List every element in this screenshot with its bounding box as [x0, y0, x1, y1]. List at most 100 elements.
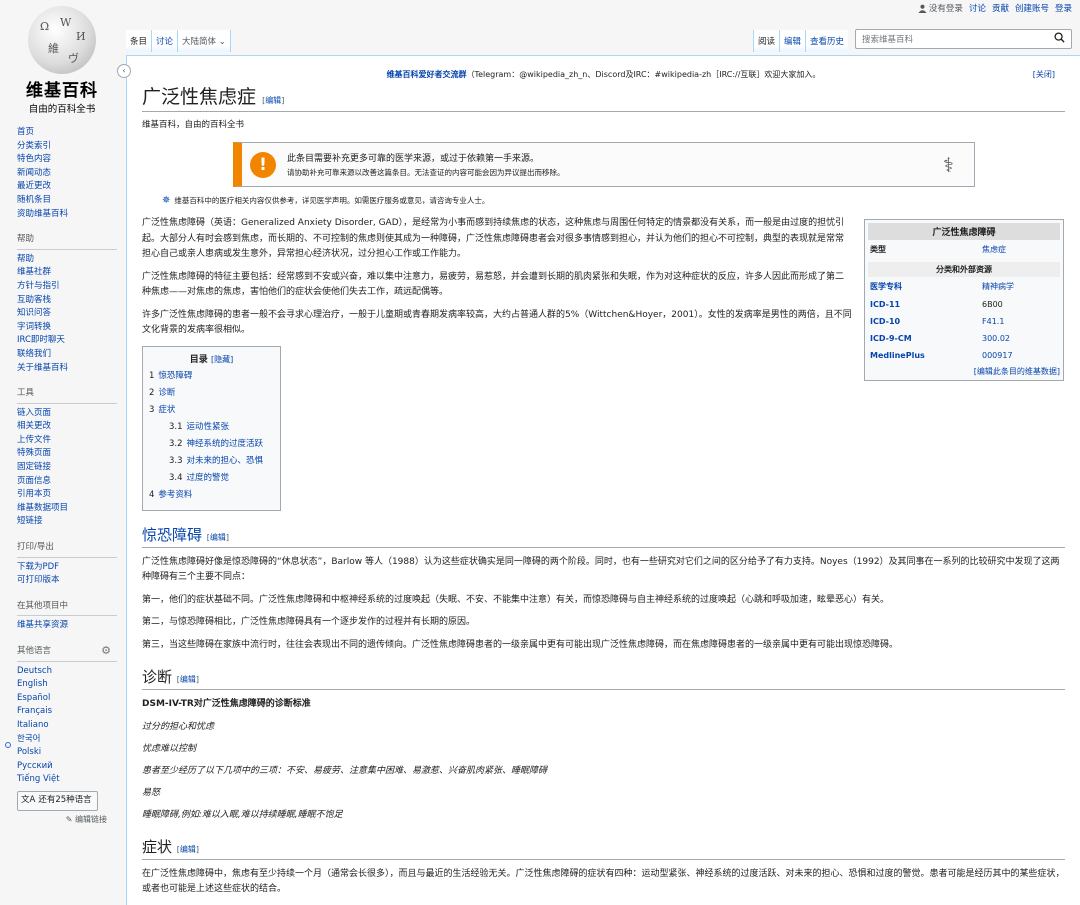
section-edit-link[interactable]: 编辑 — [180, 845, 196, 854]
toc-item[interactable]: 3.4 过度的警觉 — [149, 470, 274, 487]
tab-edit[interactable]: 编辑 — [778, 30, 805, 52]
sidebar-item[interactable]: 随机条目 — [17, 194, 117, 208]
sidebar-item[interactable]: 资助维基百科 — [17, 208, 117, 222]
toc-link[interactable]: 惊恐障碍 — [158, 371, 192, 381]
language-link[interactable]: Español — [17, 692, 117, 706]
infobox-key[interactable]: ICD-9-CM — [870, 334, 982, 343]
toc-item[interactable]: 1 惊恐障碍 — [149, 368, 274, 385]
infobox-value[interactable]: 精神病学 — [982, 281, 1014, 292]
sidebar-item[interactable]: 联络我们 — [17, 348, 117, 362]
language-link[interactable]: Deutsch — [17, 665, 117, 679]
notice-close-link[interactable]: [关闭] — [1033, 69, 1055, 80]
language-link[interactable]: Polski — [17, 746, 117, 760]
sidebar-item[interactable]: 维基数据项目 — [17, 502, 117, 516]
sidebar-item[interactable]: 方针与指引 — [17, 280, 117, 294]
tab-article[interactable]: 条目 — [126, 30, 153, 52]
sidebar-item[interactable]: 特色内容 — [17, 153, 117, 167]
sidebar-item[interactable]: 相关更改 — [17, 420, 117, 434]
toc-link[interactable]: 对未来的担心、恐惧 — [187, 456, 264, 466]
language-link[interactable]: Français — [17, 705, 117, 719]
toc-item[interactable]: 3.3 对未来的担心、恐惧 — [149, 453, 274, 470]
gear-icon[interactable]: ⚙ — [101, 644, 111, 658]
language-link[interactable]: Tiếng Việt — [17, 773, 117, 787]
sidebar-item[interactable]: 上传文件 — [17, 434, 117, 448]
search-icon[interactable] — [1054, 32, 1065, 46]
wikipedia-logo[interactable]: Ω W И 維 ヴ 维基百科 自由的百科全书 — [12, 6, 112, 115]
sidebar-item[interactable]: 下载为PDF — [17, 561, 117, 575]
infobox-key[interactable]: 医学专科 — [870, 281, 982, 292]
toc-link[interactable]: 神经系统的过度活跃 — [187, 439, 264, 449]
create-account-link[interactable]: 创建账号 — [1015, 2, 1049, 14]
sidebar-item[interactable]: 首页 — [17, 126, 117, 140]
language-link[interactable]: English — [17, 678, 117, 692]
toc-hide-link[interactable]: [隐藏] — [211, 355, 233, 364]
contributions-link[interactable]: 贡献 — [992, 2, 1009, 14]
toc-item[interactable]: 3 症状 — [149, 402, 274, 419]
toc-link[interactable]: 症状 — [158, 405, 175, 415]
infobox-edit-wikidata-link[interactable]: [编辑此条目的维基数据] — [868, 366, 1060, 377]
sidebar-item[interactable]: 维基共享资源 — [17, 619, 117, 633]
tab-talk[interactable]: 讨论 — [152, 30, 179, 52]
toc-item[interactable]: 4 参考资料 — [149, 487, 274, 504]
search-input[interactable]: 搜索维基百科 — [855, 29, 1072, 49]
tab-read[interactable]: 阅读 — [752, 30, 779, 52]
sidebar-item[interactable]: 页面信息 — [17, 475, 117, 489]
infobox-value[interactable]: 焦虑症 — [982, 244, 1006, 255]
sidebar-item[interactable]: 互助客栈 — [17, 294, 117, 308]
more-languages-button[interactable]: 文A 还有25种语言 — [17, 790, 98, 811]
infobox-row: ICD-10 F41.1 — [868, 313, 1060, 330]
infobox-key[interactable]: ICD-11 — [870, 300, 982, 309]
notice-line-1: 此条目需要补充更多可靠的医学来源，或过于依赖第一手来源。 — [287, 154, 540, 164]
sidebar-item[interactable]: 固定链接 — [17, 461, 117, 475]
sidebar-item[interactable]: 引用本页 — [17, 488, 117, 502]
lead-paragraph: 广泛性焦虑障碍的特征主要包括：经常感到不安或兴奋，难以集中注意力，易疲劳，易惹怒… — [142, 271, 845, 298]
infobox-key[interactable]: MedlinePlus — [870, 351, 982, 360]
section-edit-link[interactable]: 编辑 — [210, 533, 226, 542]
language-link[interactable]: 한국어 — [17, 733, 117, 747]
medical-disclaimer: ✵ 维基百科中的医疗相关内容仅供参考，详见医学声明。如需医疗服务或意见，请咨询专… — [162, 195, 1065, 206]
language-link[interactable]: Русский — [17, 760, 117, 774]
toc-link[interactable]: 过度的警觉 — [187, 473, 230, 483]
view-tabs: 阅读 编辑 查看历史 — [752, 30, 848, 52]
sidebar-item[interactable]: 链入页面 — [17, 407, 117, 421]
toc-item[interactable]: 2 诊断 — [149, 385, 274, 402]
notice-bold[interactable]: 维基百科爱好者交流群 — [387, 70, 467, 79]
toc-link[interactable]: 运动性紧张 — [187, 422, 230, 432]
toc-number: 3.1 — [169, 422, 183, 433]
sidebar-item[interactable]: 可打印版本 — [17, 574, 117, 588]
section-edit-link[interactable]: 编辑 — [180, 675, 196, 684]
toc-title: 目录 [隐藏] — [149, 352, 274, 369]
sidebar-item[interactable]: 维基社群 — [17, 266, 117, 280]
title-edit-link[interactable]: 编辑 — [265, 96, 281, 105]
sidebar-item[interactable]: 帮助 — [17, 253, 117, 267]
infobox-row: 类型 焦虑症 — [868, 240, 1060, 259]
sidebar-item[interactable]: 最近更改 — [17, 180, 117, 194]
sidebar-item[interactable]: 字词转换 — [17, 321, 117, 335]
medical-icon: ✵ — [162, 195, 171, 206]
collapse-sidebar-button[interactable]: ‹ — [117, 64, 131, 78]
edit-links[interactable]: ✎ 编辑链接 — [17, 813, 107, 827]
sidebar-item[interactable]: 新闻动态 — [17, 167, 117, 181]
toc-item[interactable]: 3.2 神经系统的过度活跃 — [149, 436, 274, 453]
sidebar-item[interactable]: 特殊页面 — [17, 447, 117, 461]
infobox-value[interactable]: 000917 — [982, 351, 1013, 360]
infobox-value[interactable]: 300.02 — [982, 334, 1010, 343]
language-link[interactable]: Italiano — [17, 719, 117, 733]
sidebar-item[interactable]: 关于维基百科 — [17, 362, 117, 376]
toc-item[interactable]: 3.1 运动性紧张 — [149, 419, 274, 436]
section-paragraph: 在广泛性焦虑障碍中，焦虑有至少持续一个月（通常会长很多），而且与最近的生活经验无… — [142, 868, 1065, 895]
variant-dropdown[interactable]: 大陆简体 ⌄ — [178, 30, 231, 52]
sidebar-item[interactable]: 分类索引 — [17, 140, 117, 154]
print-heading: 打印/导出 — [17, 541, 117, 558]
infobox-key[interactable]: ICD-10 — [870, 317, 982, 326]
tab-history[interactable]: 查看历史 — [804, 30, 848, 52]
toc-link[interactable]: 参考资料 — [158, 490, 192, 500]
talk-link[interactable]: 讨论 — [969, 2, 986, 14]
login-link[interactable]: 登录 — [1055, 2, 1072, 14]
toc-number: 3.2 — [169, 439, 183, 450]
sidebar-item[interactable]: 短链接 — [17, 515, 117, 529]
infobox-value[interactable]: F41.1 — [982, 317, 1004, 326]
sidebar-item[interactable]: IRC即时聊天 — [17, 334, 117, 348]
toc-link[interactable]: 诊断 — [158, 388, 175, 398]
sidebar-item[interactable]: 知识问答 — [17, 307, 117, 321]
